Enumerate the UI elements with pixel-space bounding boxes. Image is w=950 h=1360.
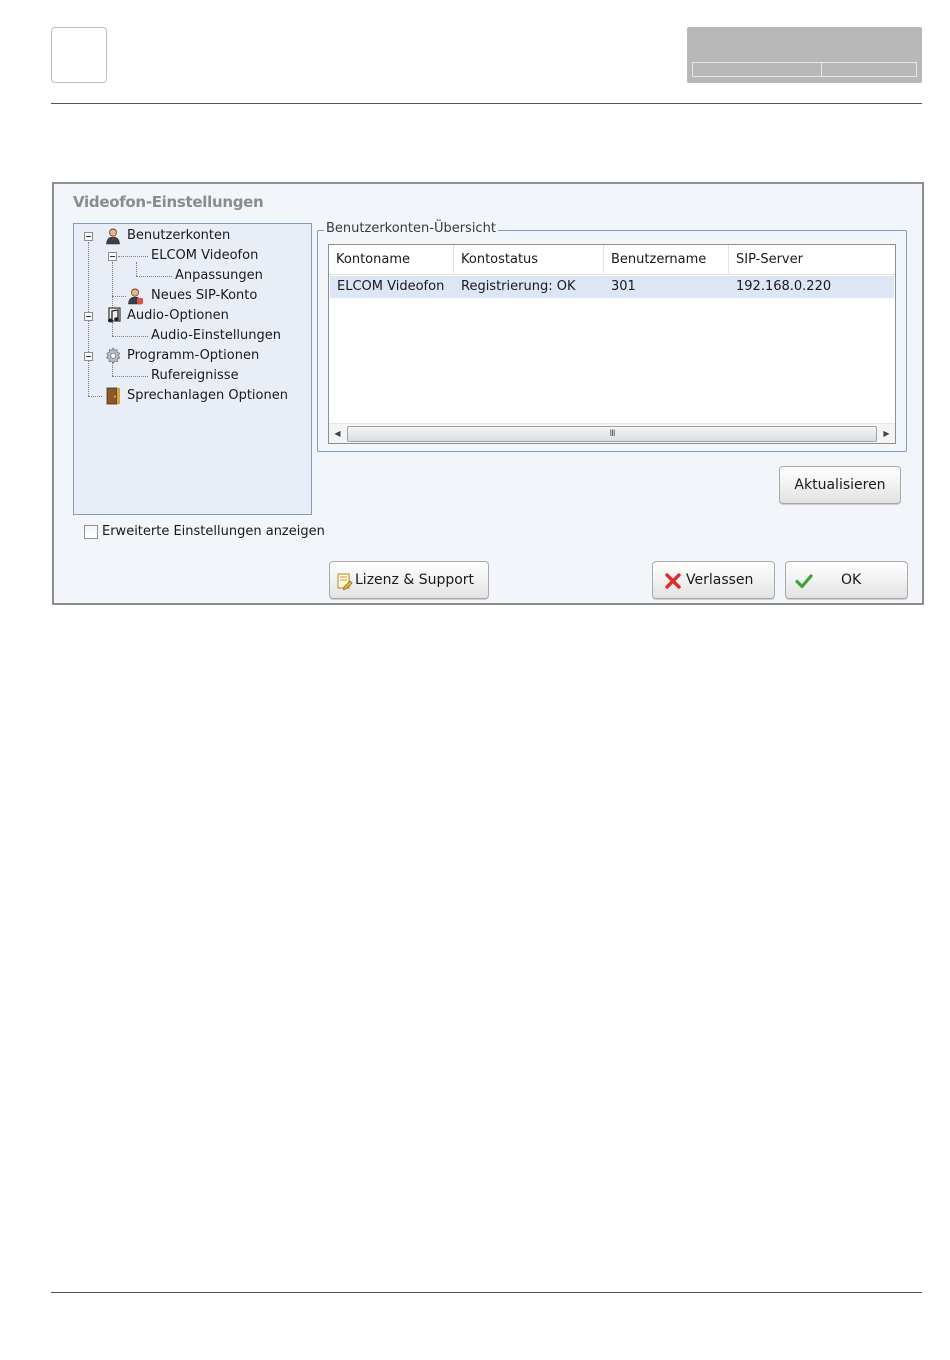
column-header-kontoname[interactable]: Kontoname (329, 245, 454, 275)
column-header-sip-server[interactable]: SIP-Server (729, 245, 895, 275)
collapse-icon[interactable] (84, 352, 93, 361)
refresh-button[interactable]: Aktualisieren (779, 466, 901, 504)
settings-dialog: Videofon-Einstellungen Benutzerkonten EL… (52, 182, 924, 605)
advanced-settings-checkbox[interactable] (84, 525, 98, 539)
tree-item-programm-optionen[interactable]: Programm-Optionen (74, 346, 310, 366)
close-icon (665, 573, 681, 589)
tree-item-label: Rufereignisse (151, 368, 239, 383)
tree-item-elcom-videofon[interactable]: ELCOM Videofon (74, 246, 310, 266)
ok-button[interactable]: OK (785, 561, 908, 599)
accounts-list[interactable]: Kontoname Kontostatus Benutzername SIP-S… (328, 244, 896, 444)
accounts-overview-legend: Benutzerkonten-Übersicht (324, 221, 498, 236)
tree-item-audio-optionen[interactable]: Audio-Optionen (74, 306, 310, 326)
column-header-benutzername[interactable]: Benutzername (604, 245, 729, 275)
collapse-icon[interactable] (84, 232, 93, 241)
page-header-bar (692, 62, 917, 77)
scrollbar-thumb[interactable]: III (347, 426, 877, 442)
horizontal-scrollbar[interactable]: ◀ III ▶ (329, 423, 895, 443)
tree-item-anpassungen[interactable]: Anpassungen (74, 266, 310, 286)
tree-item-audio-einstellungen[interactable]: Audio-Einstellungen (74, 326, 310, 346)
dialog-title: Videofon-Einstellungen (73, 193, 264, 211)
collapse-icon[interactable] (84, 312, 93, 321)
tree-item-neues-sip-konto[interactable]: Neues SIP-Konto (74, 286, 310, 306)
tree-item-label: ELCOM Videofon (151, 248, 259, 263)
collapse-icon[interactable] (108, 252, 117, 261)
cell-kontostatus: Registrierung: OK (461, 279, 576, 294)
check-icon (795, 574, 813, 589)
header-divider (51, 103, 922, 104)
cell-sip-server: 192.168.0.220 (736, 279, 832, 294)
scrollbar-grip: III (609, 429, 616, 439)
license-icon (337, 573, 353, 590)
tree-item-rufereignisse[interactable]: Rufereignisse (74, 366, 310, 386)
exit-button-label: Verlassen (686, 572, 754, 588)
scroll-left-arrow-icon[interactable]: ◀ (329, 424, 346, 443)
add-user-icon (128, 288, 143, 305)
accounts-overview-group: Benutzerkonten-Übersicht Kontoname Konto… (317, 221, 907, 452)
tree-item-label: Programm-Optionen (127, 348, 260, 363)
column-header-kontostatus[interactable]: Kontostatus (454, 245, 604, 275)
scroll-right-arrow-icon[interactable]: ▶ (878, 424, 895, 443)
settings-tree[interactable]: Benutzerkonten ELCOM Videofon Anpassunge… (73, 223, 312, 515)
license-support-button[interactable]: Lizenz & Support (329, 561, 489, 599)
license-support-button-label: Lizenz & Support (355, 572, 475, 588)
page-header-panel (687, 27, 922, 83)
door-icon (106, 387, 120, 405)
music-note-icon (107, 307, 121, 323)
tree-item-label: Audio-Einstellungen (151, 328, 282, 343)
ok-button-label: OK (841, 572, 862, 588)
tree-item-label: Sprechanlagen Optionen (127, 388, 288, 403)
refresh-button-label: Aktualisieren (794, 477, 886, 493)
tree-item-sprechanlagen-optionen[interactable]: Sprechanlagen Optionen (74, 386, 310, 406)
accounts-list-header: Kontoname Kontostatus Benutzername SIP-S… (329, 245, 895, 275)
tree-item-label: Audio-Optionen (127, 308, 229, 323)
tree-item-benutzerkonten[interactable]: Benutzerkonten (74, 226, 310, 246)
cell-kontoname: ELCOM Videofon (337, 279, 445, 294)
table-row[interactable]: ELCOM Videofon Registrierung: OK 301 192… (330, 276, 894, 298)
page-logo-box (51, 27, 107, 83)
gear-icon (105, 347, 121, 364)
tree-item-label: Benutzerkonten (127, 228, 231, 243)
exit-button[interactable]: Verlassen (652, 561, 775, 599)
tree-item-label: Neues SIP-Konto (151, 288, 258, 303)
tree-item-label: Anpassungen (175, 268, 263, 283)
footer-divider (51, 1292, 922, 1293)
user-icon (106, 228, 120, 245)
cell-benutzername: 301 (611, 279, 636, 294)
advanced-settings-label[interactable]: Erweiterte Einstellungen anzeigen (102, 524, 325, 539)
